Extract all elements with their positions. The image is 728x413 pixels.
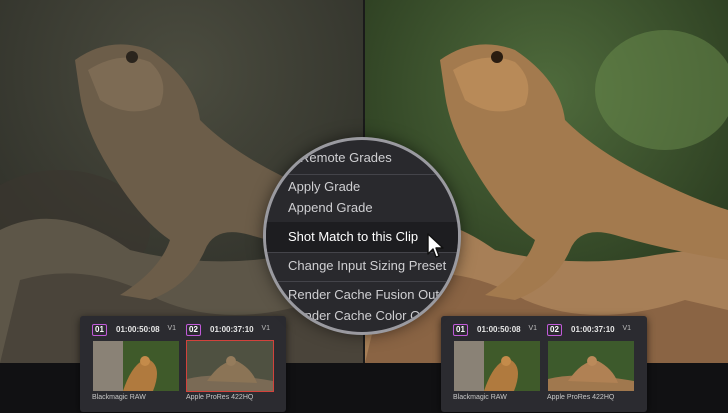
clip-track: V1 [528,325,537,332]
clip-timecode: 01:00:37:10 [210,325,254,334]
clip-thumbnail-01[interactable]: 01 01:00:50:08 V1 Blackmagic RAW [88,316,180,412]
clip-track: V1 [622,325,631,332]
clip-codec: Blackmagic RAW [453,394,507,401]
clip-timecode: 01:00:37:10 [571,325,615,334]
context-menu-magnifier: Remote Grades Apply Grade Append Grade S… [266,140,458,332]
pointer-arrow-icon [427,233,444,258]
menu-divider [266,281,458,282]
clip-codec: Apple ProRes 422HQ [547,394,615,401]
clip-number-badge: 01 [453,324,468,336]
menu-item-append-grade[interactable]: Append Grade [288,200,373,215]
clip-number-badge: 02 [186,324,201,336]
menu-item-render-cache-color[interactable]: Render Cache Color Output [288,308,449,323]
clip-codec: Apple ProRes 422HQ [186,394,254,401]
clip-number-badge: 02 [547,324,562,336]
clip-thumbnail-image-selected [186,340,274,392]
clip-track: V1 [167,325,176,332]
clip-strip-right: 01 01:00:50:08 V1 Blackmagic RAW 02 01:0… [441,316,647,412]
menu-item-change-input-sizing[interactable]: Change Input Sizing Preset [288,258,446,273]
menu-item-apply-grade[interactable]: Apply Grade [288,179,360,194]
menu-divider [266,174,458,175]
clip-thumbnail-01[interactable]: 01 01:00:50:08 V1 Blackmagic RAW [449,316,541,412]
clip-number-badge: 01 [92,324,107,336]
clip-thumbnail-image [92,340,180,392]
clip-thumbnail-image [547,340,635,392]
menu-item-render-cache-fusion[interactable]: Render Cache Fusion Output [288,287,457,302]
clip-thumbnail-image [453,340,541,392]
clip-thumbnail-02[interactable]: 02 01:00:37:10 V1 Apple ProRes 422HQ [543,316,635,412]
clip-timecode: 01:00:50:08 [116,325,160,334]
clip-strip-left: 01 01:00:50:08 V1 Blackmagic RAW 02 01:0… [80,316,286,412]
clip-timecode: 01:00:50:08 [477,325,521,334]
clip-thumbnail-02[interactable]: 02 01:00:37:10 V1 Apple ProRes 422HQ [182,316,274,412]
menu-item-remote-grades[interactable]: Remote Grades [300,150,392,165]
menu-item-shot-match[interactable]: Shot Match to this Clip [288,229,418,244]
clip-track: V1 [261,325,270,332]
clip-codec: Blackmagic RAW [92,394,146,401]
